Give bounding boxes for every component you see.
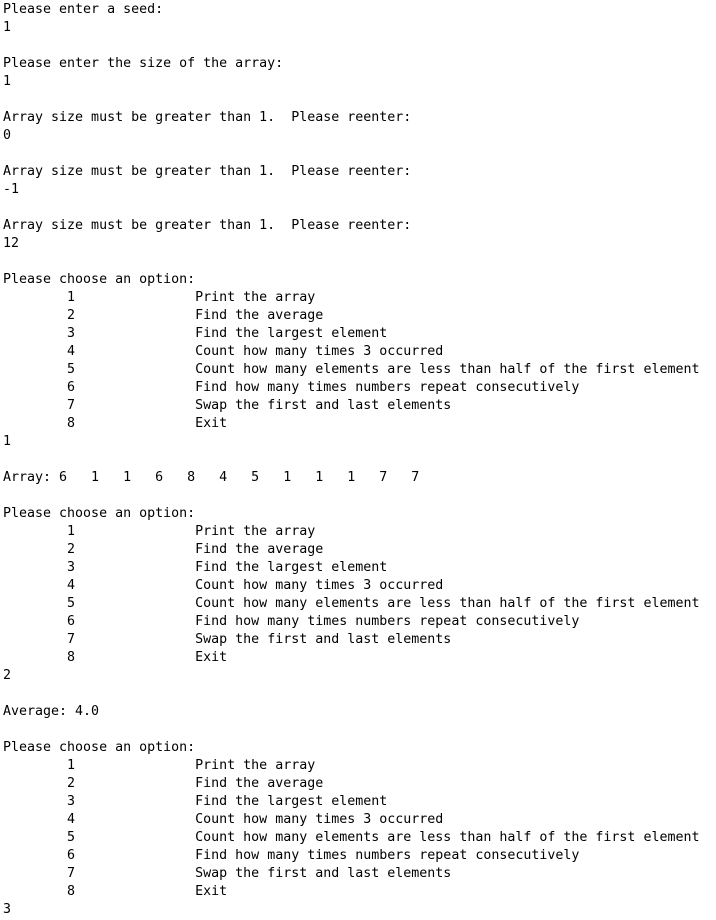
console-output-text[interactable]: Please enter a seed: 1 Please enter the … [3, 1, 699, 919]
